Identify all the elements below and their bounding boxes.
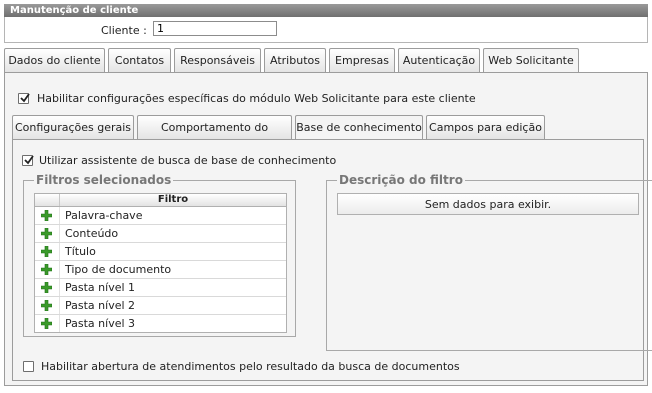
filter-add-cell[interactable] xyxy=(35,207,59,224)
subtab-configuracoes-gerais[interactable]: Configurações gerais xyxy=(12,115,134,139)
filter-name: Pasta nível 1 xyxy=(59,279,286,296)
filter-column-header: Filtro xyxy=(59,194,286,206)
client-row: Cliente : xyxy=(4,17,648,43)
filter-add-cell[interactable] xyxy=(35,261,59,278)
filter-name: Pasta nível 2 xyxy=(59,297,286,314)
tab-autenticacao[interactable]: Autenticação xyxy=(398,48,480,72)
filter-row: Tipo de documento xyxy=(35,261,286,279)
filter-add-cell[interactable] xyxy=(35,297,59,314)
subtab-campos-para-edicao[interactable]: Campos para edição xyxy=(426,115,545,139)
filters-grid-header: Filtro xyxy=(35,194,286,207)
filter-description-group: Descrição do filtro Sem dados para exibi… xyxy=(326,173,652,351)
add-plus-icon[interactable] xyxy=(41,246,52,257)
filter-description-legend: Descrição do filtro xyxy=(339,173,463,187)
tab-atributos[interactable]: Atributos xyxy=(264,48,326,72)
client-input[interactable] xyxy=(153,21,277,36)
add-plus-icon[interactable] xyxy=(41,318,52,329)
checkmark-icon xyxy=(24,155,34,165)
filter-row: Conteúdo xyxy=(35,225,286,243)
filter-add-cell[interactable] xyxy=(35,243,59,260)
tab-responsaveis[interactable]: Responsáveis xyxy=(174,48,261,72)
filter-row: Pasta nível 3 xyxy=(35,315,286,332)
tab-web-solicitante[interactable]: Web Solicitante xyxy=(483,48,579,74)
filter-add-cell[interactable] xyxy=(35,279,59,296)
web-solicitante-panel: Habilitar configurações específicas do m… xyxy=(4,72,652,386)
filter-name: Título xyxy=(59,243,286,260)
knowledge-base-panel: Utilizar assistente de busca de base de … xyxy=(12,139,652,381)
filter-name: Conteúdo xyxy=(59,225,286,242)
filter-row: Pasta nível 1 xyxy=(35,279,286,297)
filter-name: Palavra-chave xyxy=(59,207,286,224)
use-search-assistant-checkbox[interactable] xyxy=(22,155,34,166)
enable-web-solicitante-checkbox[interactable] xyxy=(18,93,30,104)
add-plus-icon[interactable] xyxy=(41,282,52,293)
subtab-comportamento-do-sistema[interactable]: Comportamento do sistema xyxy=(137,115,292,158)
filter-name: Pasta nível 3 xyxy=(59,315,286,332)
client-label: Cliente : xyxy=(101,24,147,37)
filters-grid: Filtro Palavra-chave Conteúdo Título Tipo d… xyxy=(34,193,287,333)
window-title: Manutenção de cliente xyxy=(4,4,648,17)
selected-filters-group: Filtros selecionados Filtro Palavra-chav… xyxy=(23,173,296,337)
add-plus-icon[interactable] xyxy=(41,228,52,239)
add-plus-icon[interactable] xyxy=(41,264,52,275)
empty-description-message: Sem dados para exibir. xyxy=(337,193,639,215)
filter-name: Tipo de documento xyxy=(59,261,286,278)
selected-filters-legend: Filtros selecionados xyxy=(36,173,172,187)
checkmark-icon xyxy=(20,93,30,103)
filter-row: Pasta nível 2 xyxy=(35,297,286,315)
add-plus-icon[interactable] xyxy=(41,210,52,221)
filter-add-cell[interactable] xyxy=(35,225,59,242)
filter-row: Palavra-chave xyxy=(35,207,286,225)
subtab-base-de-conhecimento[interactable]: Base de conhecimento xyxy=(295,115,423,141)
add-plus-icon[interactable] xyxy=(41,300,52,311)
open-tickets-label: Habilitar abertura de atendimentos pelo … xyxy=(41,360,460,373)
enable-web-solicitante-label: Habilitar configurações específicas do m… xyxy=(37,92,476,105)
use-search-assistant-label: Utilizar assistente de busca de base de … xyxy=(39,154,337,167)
tab-dados-do-cliente[interactable]: Dados do cliente xyxy=(4,48,105,72)
filter-add-cell[interactable] xyxy=(35,315,59,332)
tab-contatos[interactable]: Contatos xyxy=(108,48,171,72)
tab-empresas[interactable]: Empresas xyxy=(329,48,395,72)
open-tickets-checkbox[interactable] xyxy=(23,361,34,372)
filter-row: Título xyxy=(35,243,286,261)
